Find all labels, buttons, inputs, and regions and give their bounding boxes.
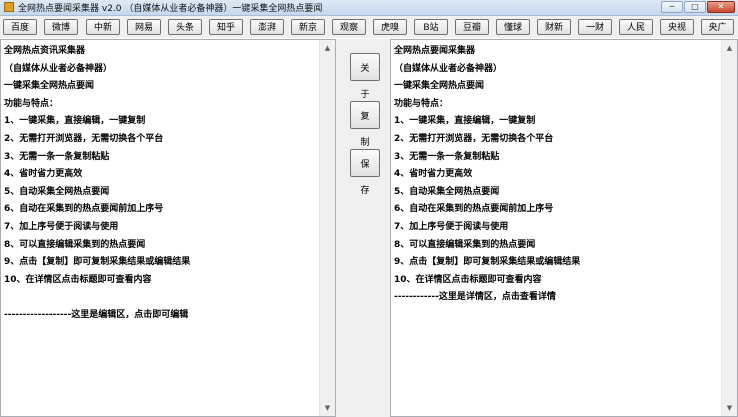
detail-line: ------------这里是详情区，点击查看详情	[394, 292, 556, 303]
detail-line: 功能与特点：	[394, 98, 449, 109]
edit-line: （自媒体从业者必备神器）	[4, 63, 113, 74]
detail-line: 一键采集全网热点要闻	[394, 81, 485, 92]
source-button-caixin[interactable]: 财新	[537, 19, 571, 35]
detail-line: 2、无需打开浏览器，无需切换各个平台	[394, 133, 554, 144]
edit-line: 一键采集全网热点要闻	[4, 81, 95, 92]
edit-line: 4、省时省力更高效	[4, 169, 83, 180]
minimize-button[interactable]: ─	[661, 1, 683, 13]
detail-area[interactable]: 全网热点要闻采集器 （自媒体从业者必备神器） 一键采集全网热点要闻 功能与特点：…	[390, 39, 738, 417]
scroll-up-icon[interactable]: ▲	[722, 40, 737, 56]
detail-line: 9、点击【复制】即可复制采集结果或编辑结果	[394, 257, 581, 268]
edit-line: 7、加上序号便于阅读与使用	[4, 221, 119, 232]
source-button-zhongxin[interactable]: 中新	[86, 19, 120, 35]
save-button[interactable]: 保存	[350, 149, 380, 195]
edit-area[interactable]: 全网热点资讯采集器 （自媒体从业者必备神器） 一键采集全网热点要闻 功能与特点：…	[0, 39, 336, 417]
source-button-yicai[interactable]: 一财	[578, 19, 612, 35]
detail-line: 7、加上序号便于阅读与使用	[394, 221, 509, 232]
edit-line: 9、点击【复制】即可复制采集结果或编辑结果	[4, 257, 191, 268]
source-button-yangshi[interactable]: 央视	[660, 19, 694, 35]
detail-line: 6、自动在采集到的热点要闻前加上序号	[394, 204, 554, 215]
copy-button[interactable]: 复制	[350, 101, 380, 147]
edit-line: 8、可以直接编辑采集到的热点要闻	[4, 239, 146, 250]
source-button-dongqiu[interactable]: 懂球	[496, 19, 530, 35]
close-button[interactable]: ✕	[707, 1, 735, 13]
detail-line: 4、省时省力更高效	[394, 169, 473, 180]
window-title: 全网热点要闻采集器 v2.0 （自媒体从业者必备神器）一键采集全网热点要闻	[18, 4, 323, 14]
detail-line: 1、一键采集，直接编辑，一键复制	[394, 116, 536, 127]
edit-line: 10、在详情区点击标题即可查看内容	[4, 274, 152, 285]
detail-line: 5、自动采集全网热点要闻	[394, 186, 500, 197]
source-button-guancha[interactable]: 观察	[332, 19, 366, 35]
source-button-bilibili[interactable]: B站	[414, 19, 448, 35]
source-button-wangyi[interactable]: 网易	[127, 19, 161, 35]
app-icon	[4, 2, 14, 12]
scroll-up-icon[interactable]: ▲	[320, 40, 335, 56]
detail-line: 8、可以直接编辑采集到的热点要闻	[394, 239, 536, 250]
restore-button[interactable]: □	[684, 1, 706, 13]
edit-line: 功能与特点：	[4, 98, 59, 109]
source-button-huxiu[interactable]: 虎嗅	[373, 19, 407, 35]
edit-line: 6、自动在采集到的热点要闻前加上序号	[4, 204, 164, 215]
scroll-down-icon[interactable]: ▼	[722, 400, 737, 416]
action-panel: 关于 复制 保存	[336, 39, 390, 417]
edit-line	[4, 289, 335, 307]
detail-line: 10、在详情区点击标题即可查看内容	[394, 274, 542, 285]
detail-line: 3、无需一条一条复制粘贴	[394, 151, 500, 162]
edit-line: 3、无需一条一条复制粘贴	[4, 151, 110, 162]
source-button-renmin[interactable]: 人民	[619, 19, 653, 35]
source-toolbar: 百度 微博 中新 网易 头条 知乎 澎湃 新京 观察 虎嗅 B站 豆瓣 懂球 财…	[0, 16, 738, 38]
source-button-yangguang[interactable]: 央广	[701, 19, 734, 35]
edit-line: 2、无需打开浏览器，无需切换各个平台	[4, 133, 164, 144]
source-button-weibo[interactable]: 微博	[44, 19, 78, 35]
source-button-baidu[interactable]: 百度	[3, 19, 37, 35]
source-button-douban[interactable]: 豆瓣	[455, 19, 489, 35]
edit-line: 5、自动采集全网热点要闻	[4, 186, 110, 197]
source-button-toutiao[interactable]: 头条	[168, 19, 202, 35]
edit-scrollbar[interactable]: ▲ ▼	[319, 40, 335, 416]
edit-line: ------------------这里是编辑区，点击即可编辑	[4, 309, 189, 320]
edit-line: 全网热点资讯采集器	[4, 46, 86, 56]
scroll-down-icon[interactable]: ▼	[320, 400, 335, 416]
about-button[interactable]: 关于	[350, 53, 380, 99]
detail-scrollbar[interactable]: ▲ ▼	[721, 40, 737, 416]
detail-line: 全网热点要闻采集器	[394, 46, 476, 56]
title-bar: 全网热点要闻采集器 v2.0 （自媒体从业者必备神器）一键采集全网热点要闻 ─ …	[0, 0, 738, 16]
edit-line: 1、一键采集，直接编辑，一键复制	[4, 116, 146, 127]
source-button-pengpai[interactable]: 澎湃	[250, 19, 284, 35]
detail-line: （自媒体从业者必备神器）	[394, 63, 503, 74]
source-button-xinjing[interactable]: 新京	[291, 19, 325, 35]
source-button-zhihu[interactable]: 知乎	[209, 19, 243, 35]
